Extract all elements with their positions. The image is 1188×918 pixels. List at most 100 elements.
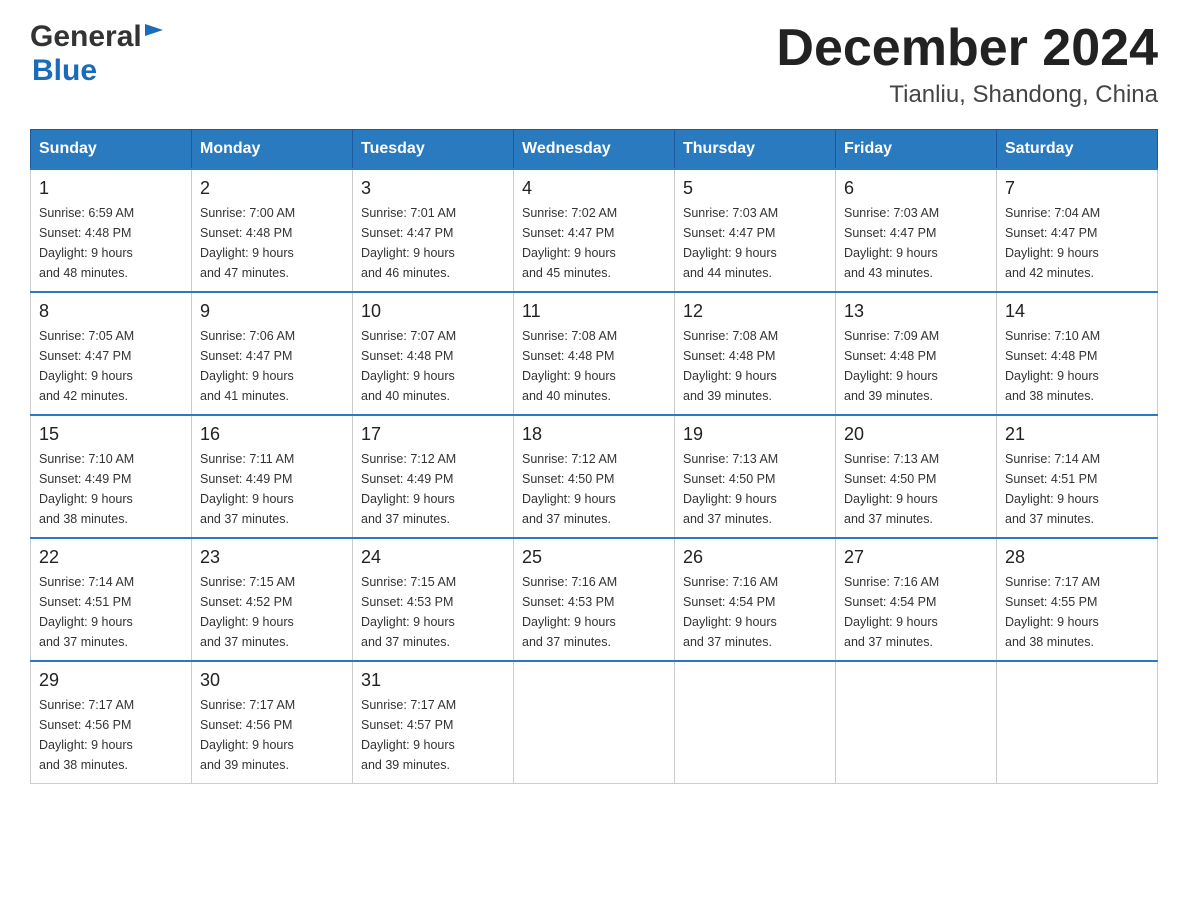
calendar-cell: 6 Sunrise: 7:03 AMSunset: 4:47 PMDaylight…	[836, 169, 997, 292]
calendar-cell: 28 Sunrise: 7:17 AMSunset: 4:55 PMDayligh…	[997, 538, 1158, 661]
weekday-header-wednesday: Wednesday	[514, 130, 675, 170]
day-info: Sunrise: 7:16 AMSunset: 4:54 PMDaylight:…	[844, 572, 988, 652]
calendar-cell: 1Sunrise: 6:59 AMSunset: 4:48 PMDaylight…	[31, 169, 192, 292]
calendar-cell: 24Sunrise: 7:15 AMSunset: 4:53 PMDayligh…	[353, 538, 514, 661]
day-info: Sunrise: 7:16 AMSunset: 4:53 PMDaylight:…	[522, 572, 666, 652]
calendar-week-row: 22 Sunrise: 7:14 AMSunset: 4:51 PMDayligh…	[31, 538, 1158, 661]
day-number: 27	[844, 547, 988, 568]
calendar-table: SundayMondayTuesdayWednesdayThursdayFrid…	[30, 129, 1158, 784]
day-number: 31	[361, 670, 505, 691]
day-number: 10	[361, 301, 505, 322]
day-info: Sunrise: 7:03 AMSunset: 4:47 PMDaylight:…	[683, 203, 827, 283]
calendar-cell: 2 Sunrise: 7:00 AMSunset: 4:48 PMDaylight…	[192, 169, 353, 292]
logo-flag-icon	[145, 24, 163, 46]
day-number: 5	[683, 178, 827, 199]
calendar-cell: 26 Sunrise: 7:16 AMSunset: 4:54 PMDayligh…	[675, 538, 836, 661]
day-number: 24	[361, 547, 505, 568]
weekday-header-tuesday: Tuesday	[353, 130, 514, 170]
calendar-cell: 16Sunrise: 7:11 AMSunset: 4:49 PMDayligh…	[192, 415, 353, 538]
calendar-cell: 11 Sunrise: 7:08 AMSunset: 4:48 PMDayligh…	[514, 292, 675, 415]
day-number: 14	[1005, 301, 1149, 322]
day-info: Sunrise: 7:03 AMSunset: 4:47 PMDaylight:…	[844, 203, 988, 283]
logo-blue-text: Blue	[32, 54, 97, 87]
day-number: 17	[361, 424, 505, 445]
calendar-cell: 27 Sunrise: 7:16 AMSunset: 4:54 PMDayligh…	[836, 538, 997, 661]
calendar-cell: 20Sunrise: 7:13 AMSunset: 4:50 PMDayligh…	[836, 415, 997, 538]
calendar-cell: 8 Sunrise: 7:05 AMSunset: 4:47 PMDaylight…	[31, 292, 192, 415]
calendar-cell: 18 Sunrise: 7:12 AMSunset: 4:50 PMDayligh…	[514, 415, 675, 538]
day-number: 12	[683, 301, 827, 322]
day-info: Sunrise: 7:06 AMSunset: 4:47 PMDaylight:…	[200, 326, 344, 406]
day-number: 8	[39, 301, 183, 322]
weekday-header-monday: Monday	[192, 130, 353, 170]
day-number: 6	[844, 178, 988, 199]
logo: General Blue	[30, 20, 163, 88]
calendar-cell: 22 Sunrise: 7:14 AMSunset: 4:51 PMDayligh…	[31, 538, 192, 661]
day-info: Sunrise: 7:14 AMSunset: 4:51 PMDaylight:…	[39, 572, 183, 652]
calendar-cell: 15Sunrise: 7:10 AMSunset: 4:49 PMDayligh…	[31, 415, 192, 538]
calendar-cell: 29 Sunrise: 7:17 AMSunset: 4:56 PMDayligh…	[31, 661, 192, 784]
day-number: 28	[1005, 547, 1149, 568]
day-info: Sunrise: 7:17 AMSunset: 4:56 PMDaylight:…	[39, 695, 183, 775]
day-info: Sunrise: 7:12 AMSunset: 4:49 PMDaylight:…	[361, 449, 505, 529]
calendar-cell	[836, 661, 997, 784]
weekday-header-row: SundayMondayTuesdayWednesdayThursdayFrid…	[31, 130, 1158, 170]
calendar-cell: 13 Sunrise: 7:09 AMSunset: 4:48 PMDayligh…	[836, 292, 997, 415]
calendar-cell: 19 Sunrise: 7:13 AMSunset: 4:50 PMDayligh…	[675, 415, 836, 538]
calendar-cell: 17 Sunrise: 7:12 AMSunset: 4:49 PMDayligh…	[353, 415, 514, 538]
day-number: 21	[1005, 424, 1149, 445]
weekday-header-friday: Friday	[836, 130, 997, 170]
weekday-header-sunday: Sunday	[31, 130, 192, 170]
day-info: Sunrise: 7:13 AMSunset: 4:50 PMDaylight:…	[683, 449, 827, 529]
day-info: Sunrise: 7:12 AMSunset: 4:50 PMDaylight:…	[522, 449, 666, 529]
day-info: Sunrise: 7:14 AMSunset: 4:51 PMDaylight:…	[1005, 449, 1149, 529]
day-info: Sunrise: 7:17 AMSunset: 4:55 PMDaylight:…	[1005, 572, 1149, 652]
day-info: Sunrise: 7:07 AMSunset: 4:48 PMDaylight:…	[361, 326, 505, 406]
calendar-week-row: 29 Sunrise: 7:17 AMSunset: 4:56 PMDayligh…	[31, 661, 1158, 784]
day-number: 26	[683, 547, 827, 568]
weekday-header-saturday: Saturday	[997, 130, 1158, 170]
weekday-header-thursday: Thursday	[675, 130, 836, 170]
calendar-cell	[997, 661, 1158, 784]
day-info: Sunrise: 7:08 AMSunset: 4:48 PMDaylight:…	[683, 326, 827, 406]
logo-general-text: General	[30, 20, 142, 54]
day-number: 4	[522, 178, 666, 199]
calendar-cell: 9Sunrise: 7:06 AMSunset: 4:47 PMDaylight…	[192, 292, 353, 415]
calendar-cell: 14 Sunrise: 7:10 AMSunset: 4:48 PMDayligh…	[997, 292, 1158, 415]
calendar-cell: 10 Sunrise: 7:07 AMSunset: 4:48 PMDayligh…	[353, 292, 514, 415]
day-number: 23	[200, 547, 344, 568]
day-info: Sunrise: 7:08 AMSunset: 4:48 PMDaylight:…	[522, 326, 666, 406]
day-info: Sunrise: 7:16 AMSunset: 4:54 PMDaylight:…	[683, 572, 827, 652]
day-number: 22	[39, 547, 183, 568]
calendar-week-row: 8 Sunrise: 7:05 AMSunset: 4:47 PMDaylight…	[31, 292, 1158, 415]
day-info: Sunrise: 7:05 AMSunset: 4:47 PMDaylight:…	[39, 326, 183, 406]
day-number: 29	[39, 670, 183, 691]
day-info: Sunrise: 7:04 AMSunset: 4:47 PMDaylight:…	[1005, 203, 1149, 283]
day-number: 3	[361, 178, 505, 199]
calendar-cell: 30Sunrise: 7:17 AMSunset: 4:56 PMDayligh…	[192, 661, 353, 784]
calendar-cell	[675, 661, 836, 784]
calendar-cell: 21 Sunrise: 7:14 AMSunset: 4:51 PMDayligh…	[997, 415, 1158, 538]
calendar-cell: 5 Sunrise: 7:03 AMSunset: 4:47 PMDaylight…	[675, 169, 836, 292]
day-info: Sunrise: 7:09 AMSunset: 4:48 PMDaylight:…	[844, 326, 988, 406]
calendar-week-row: 15Sunrise: 7:10 AMSunset: 4:49 PMDayligh…	[31, 415, 1158, 538]
day-number: 19	[683, 424, 827, 445]
calendar-cell: 23 Sunrise: 7:15 AMSunset: 4:52 PMDayligh…	[192, 538, 353, 661]
day-info: Sunrise: 7:00 AMSunset: 4:48 PMDaylight:…	[200, 203, 344, 283]
location-title: Tianliu, Shandong, China	[776, 81, 1158, 109]
page-header: General Blue December 2024 Tianliu, Shan…	[30, 20, 1158, 109]
day-info: Sunrise: 7:02 AMSunset: 4:47 PMDaylight:…	[522, 203, 666, 283]
month-title: December 2024	[776, 20, 1158, 77]
day-info: Sunrise: 7:13 AMSunset: 4:50 PMDaylight:…	[844, 449, 988, 529]
day-number: 18	[522, 424, 666, 445]
day-number: 11	[522, 301, 666, 322]
day-number: 2	[200, 178, 344, 199]
calendar-cell: 25Sunrise: 7:16 AMSunset: 4:53 PMDayligh…	[514, 538, 675, 661]
day-number: 16	[200, 424, 344, 445]
title-section: December 2024 Tianliu, Shandong, China	[776, 20, 1158, 109]
day-info: Sunrise: 7:15 AMSunset: 4:52 PMDaylight:…	[200, 572, 344, 652]
calendar-cell: 7Sunrise: 7:04 AMSunset: 4:47 PMDaylight…	[997, 169, 1158, 292]
day-info: Sunrise: 7:10 AMSunset: 4:48 PMDaylight:…	[1005, 326, 1149, 406]
day-number: 13	[844, 301, 988, 322]
day-info: Sunrise: 6:59 AMSunset: 4:48 PMDaylight:…	[39, 203, 183, 283]
